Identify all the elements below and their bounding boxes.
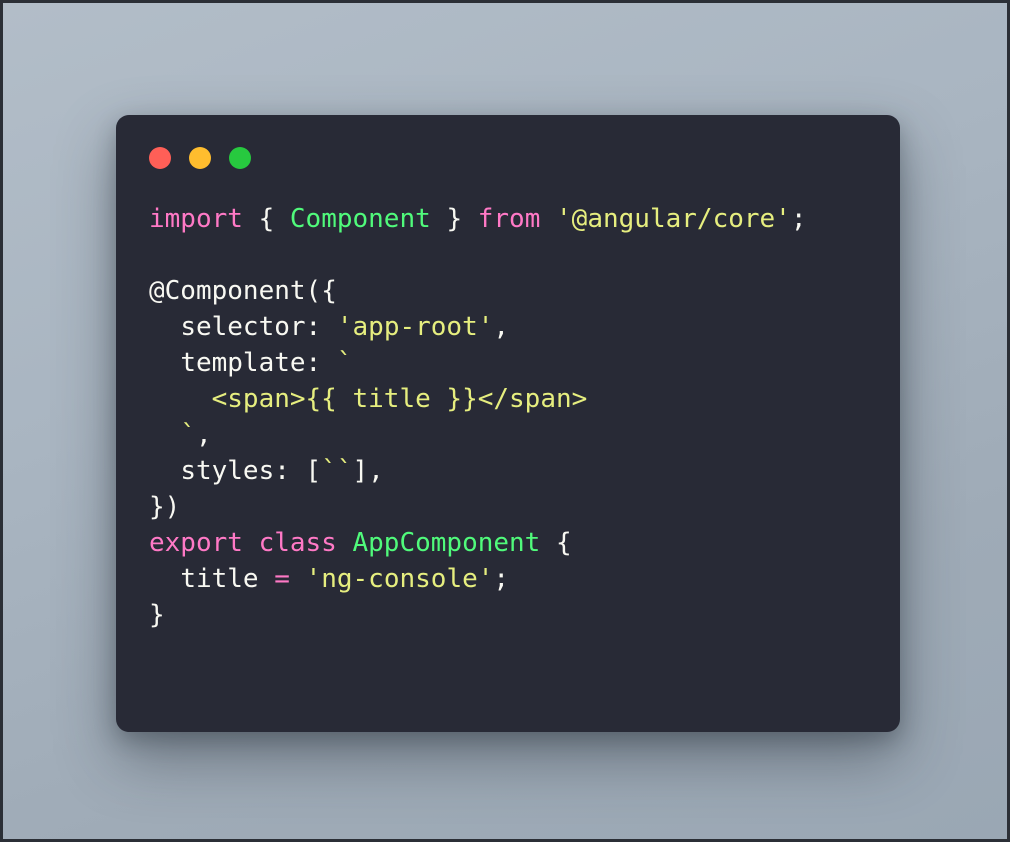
code-token-keyword: from [477, 204, 541, 234]
code-token-keyword: = [274, 564, 290, 594]
maximize-window-button[interactable] [229, 147, 251, 169]
code-line: }) [149, 492, 180, 522]
code-line: `, [149, 420, 212, 450]
code-token-string: `` [321, 456, 353, 486]
code-token-property: styles [180, 456, 275, 486]
code-token-plain: ; [790, 204, 807, 234]
code-token-plain: ], [352, 456, 384, 486]
code-token-plain: Component({ [164, 276, 337, 306]
window-titlebar[interactable] [116, 115, 900, 201]
code-token-property: template [180, 348, 306, 378]
code-token-property: title [180, 564, 259, 594]
code-line: selector: 'app-root', [149, 312, 509, 342]
code-line: import { Component } from '@angular/core… [149, 204, 807, 234]
code-token-keyword: export class [149, 528, 337, 558]
code-token-string: 'ng-console' [305, 564, 494, 594]
code-token-string: ` [336, 348, 353, 378]
code-line: <span>{{ title }}</span> [149, 384, 588, 414]
code-token-plain: } [446, 204, 463, 234]
code-line: template: ` [149, 348, 353, 378]
code-token-type: AppComponent [352, 528, 541, 558]
code-token-plain: : [305, 312, 337, 342]
code-token-plain: : [ [274, 456, 322, 486]
code-token-string: <span>{{ title }}</span> [149, 384, 588, 414]
code-token-plain: , [195, 420, 212, 450]
code-token-plain: { [556, 528, 572, 558]
code-line: export class AppComponent { [149, 528, 572, 558]
page-frame: import { Component } from '@angular/core… [0, 0, 1010, 842]
code-token-plain: } [149, 600, 165, 630]
code-window: import { Component } from '@angular/core… [116, 115, 900, 732]
code-line: } [149, 600, 165, 630]
close-window-button[interactable] [149, 147, 171, 169]
minimize-window-button[interactable] [189, 147, 211, 169]
code-token-decorator: @ [149, 276, 165, 306]
code-token-property: selector [180, 312, 306, 342]
code-token-plain: }) [149, 492, 181, 522]
code-token-string: '@angular/core' [556, 204, 791, 234]
code-token-keyword: import [149, 204, 243, 234]
code-token-plain: ; [493, 564, 510, 594]
code-token-string: ` [180, 420, 196, 450]
code-token-plain: , [493, 312, 510, 342]
code-token-type: Component [289, 204, 431, 234]
code-block[interactable]: import { Component } from '@angular/core… [149, 201, 900, 633]
code-line: title = 'ng-console'; [149, 564, 509, 594]
code-line: styles: [``], [149, 456, 384, 486]
code-editor-area[interactable]: import { Component } from '@angular/core… [116, 201, 900, 732]
code-token-string: 'app-root' [336, 312, 494, 342]
code-line: @Component({ [149, 276, 337, 306]
code-token-plain: : [305, 348, 337, 378]
code-token-plain: { [258, 204, 275, 234]
